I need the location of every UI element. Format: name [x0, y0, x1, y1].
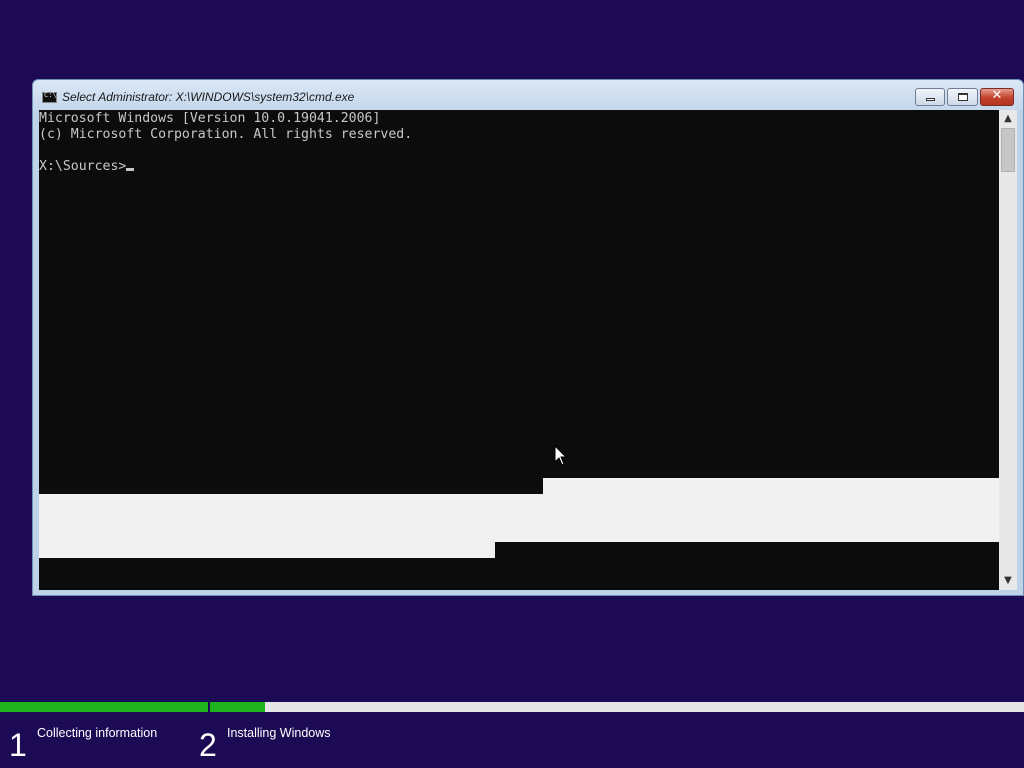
maximize-icon: [958, 93, 968, 101]
console-line: (c) Microsoft Corporation. All rights re…: [39, 127, 413, 142]
console-line: Microsoft Windows [Version 10.0.19041.20…: [39, 111, 381, 126]
window-title: Select Administrator: X:\WINDOWS\system3…: [62, 90, 355, 104]
cmd-window[interactable]: Select Administrator: X:\WINDOWS\system3…: [32, 79, 1024, 596]
progress-bar-installing-windows: [210, 702, 1024, 712]
vertical-scrollbar[interactable]: ▲ ▼: [999, 110, 1017, 590]
step-number: 1: [9, 727, 27, 763]
maximize-button[interactable]: [947, 88, 978, 106]
title-bar[interactable]: Select Administrator: X:\WINDOWS\system3…: [33, 80, 1023, 110]
close-button[interactable]: ✕: [980, 88, 1014, 106]
scroll-down-arrow-icon[interactable]: ▼: [999, 572, 1017, 590]
minimize-button[interactable]: [915, 88, 945, 106]
scroll-thumb[interactable]: [1001, 128, 1015, 172]
cmd-app-icon[interactable]: [42, 91, 57, 103]
progress-fill: [210, 702, 266, 712]
text-cursor: [126, 168, 135, 171]
render-artifact: [39, 542, 495, 558]
progress-bar-collecting-information: [0, 702, 208, 712]
step-label-installing-windows: Installing Windows: [227, 726, 331, 740]
mouse-pointer-icon: [554, 445, 568, 466]
progress-fill: [0, 702, 208, 712]
minimize-icon: [926, 98, 935, 101]
render-artifact: [39, 494, 999, 542]
render-artifact: [543, 478, 999, 494]
step-number: 2: [199, 727, 217, 763]
scroll-up-arrow-icon[interactable]: ▲: [999, 110, 1017, 128]
console-text: Microsoft Windows [Version 10.0.19041.20…: [39, 111, 412, 175]
close-icon: ✕: [991, 88, 1003, 103]
console-output[interactable]: Microsoft Windows [Version 10.0.19041.20…: [39, 110, 999, 590]
step-label-collecting-information: Collecting information: [37, 726, 158, 740]
console-prompt: X:\Sources>: [39, 159, 127, 174]
